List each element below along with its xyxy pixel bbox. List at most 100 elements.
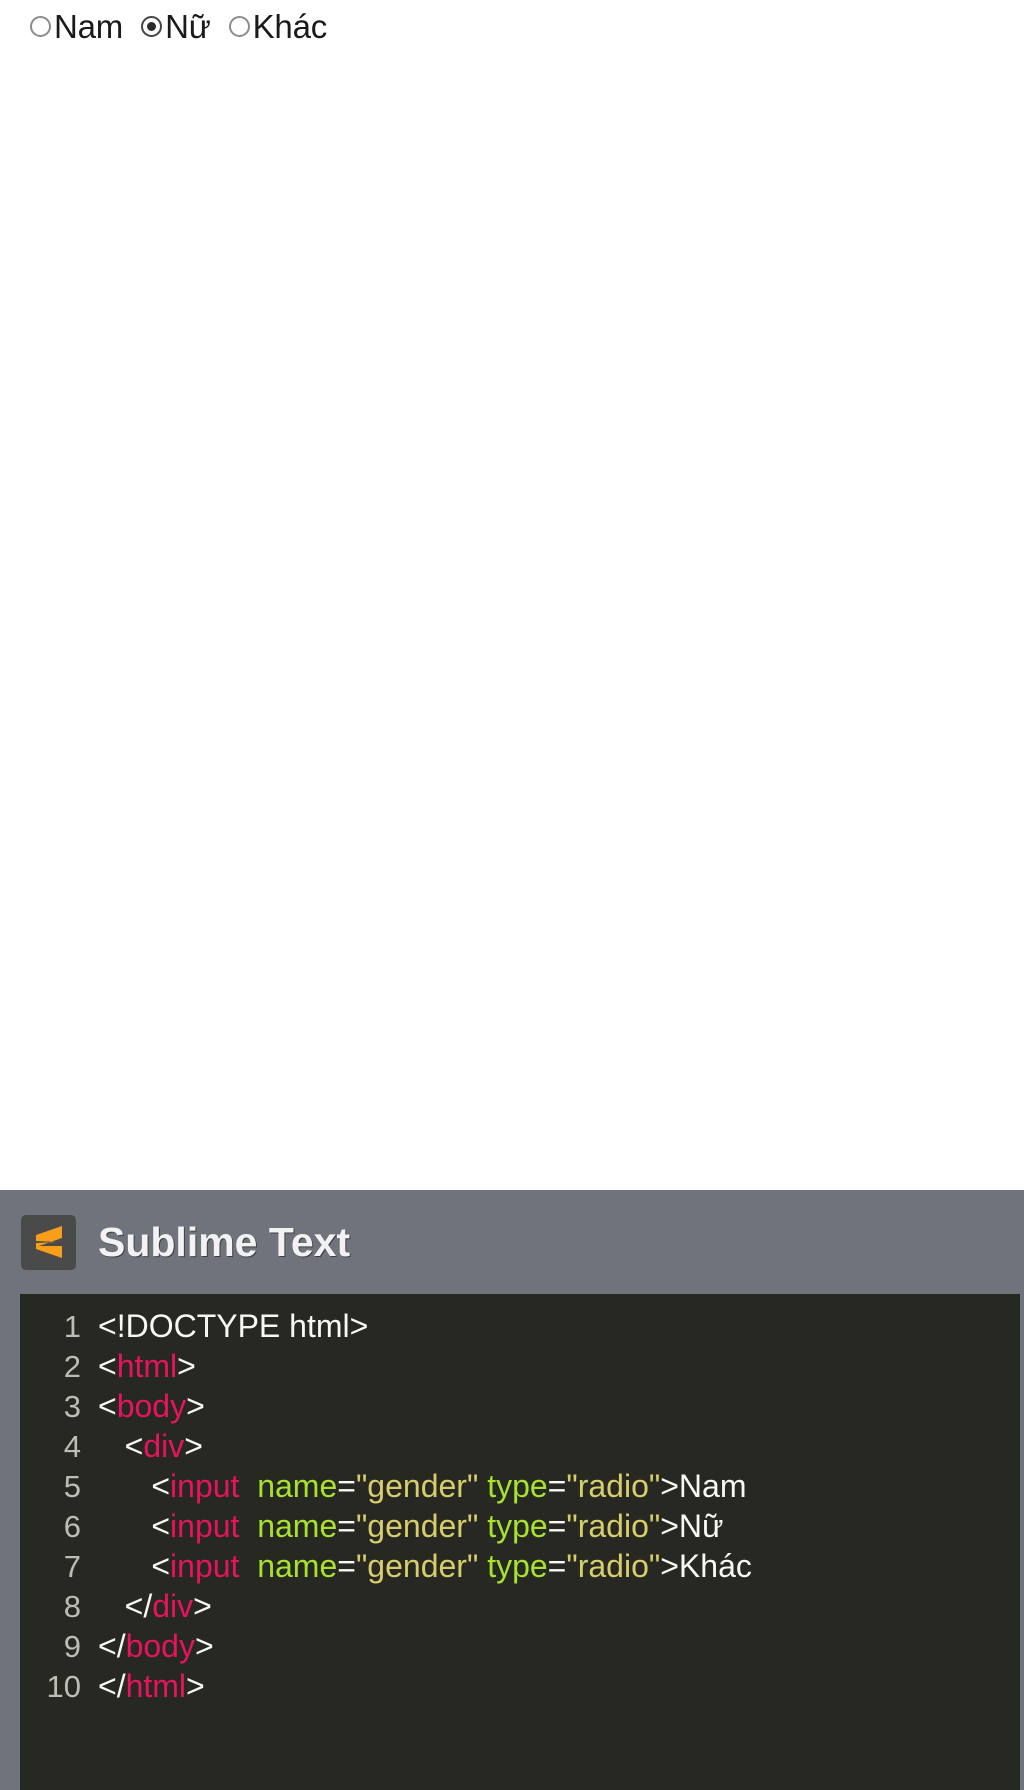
gender-radio-group: Nam Nữ Khác	[30, 8, 327, 45]
code-token-tag: html	[125, 1668, 187, 1704]
code-line[interactable]: 8 </div>	[20, 1586, 1020, 1626]
radio-unchecked-icon[interactable]	[30, 16, 51, 37]
code-line[interactable]: 1 <!DOCTYPE html>	[20, 1306, 1020, 1346]
code-token-val: "gender"	[355, 1508, 479, 1544]
code-token-punct: >	[660, 1548, 679, 1584]
code-token-tag: input	[170, 1508, 240, 1544]
code-token-punct: </	[98, 1668, 126, 1704]
code-token-punct: <	[151, 1548, 171, 1584]
sublime-text-logo-icon	[21, 1214, 76, 1270]
browser-render-pane: Nam Nữ Khác	[0, 0, 1024, 1190]
code-token-punct: >	[177, 1348, 196, 1384]
code-line[interactable]: 2 <html>	[20, 1346, 1020, 1386]
line-number: 3	[63, 1389, 81, 1424]
code-line[interactable]: 10 </html>	[20, 1666, 1020, 1706]
code-line-text: <input name="gender" type="radio">Khác	[98, 1546, 1020, 1586]
code-line[interactable]: 3 <body>	[20, 1386, 1020, 1426]
code-line-text: <div>	[98, 1426, 1020, 1466]
sublime-app-title: Sublime Text	[98, 1219, 351, 1265]
code-line-text: <html>	[98, 1346, 1020, 1386]
code-token-tag: body	[116, 1388, 187, 1424]
code-token-attr: type	[487, 1548, 548, 1584]
code-token-attr: name	[257, 1508, 338, 1544]
code-token-punct: =	[337, 1468, 356, 1504]
code-token-punct: =	[337, 1508, 356, 1544]
code-token-punct: >	[194, 1628, 214, 1664]
code-token-val: "radio"	[566, 1548, 661, 1584]
code-token-punct: =	[337, 1548, 356, 1584]
code-token-val: "gender"	[355, 1468, 479, 1504]
code-token-tag: div	[143, 1428, 185, 1464]
sublime-titlebar[interactable]: Sublime Text	[0, 1190, 1024, 1294]
sublime-text-window: Sublime Text 1 <!DOCTYPE html> 2 <html> 3 <bo…	[0, 1190, 1024, 1790]
radio-option-Khác[interactable]: Khác	[228, 8, 328, 45]
code-token-tag: input	[170, 1548, 240, 1584]
code-line-text: </div>	[98, 1586, 1020, 1626]
line-number: 2	[63, 1349, 81, 1384]
code-token-punct: =	[547, 1468, 567, 1504]
code-token-punct: <	[151, 1508, 171, 1544]
code-token-punct: >	[193, 1588, 212, 1624]
code-line-text: <input name="gender" type="radio">Nữ	[98, 1506, 1020, 1546]
code-token-punct: >	[660, 1508, 679, 1544]
code-token-punct: <	[124, 1428, 144, 1464]
code-line[interactable]: 4 <div>	[20, 1426, 1020, 1466]
code-token-tag: div	[152, 1588, 194, 1624]
line-number: 9	[63, 1629, 81, 1664]
code-token-attr: name	[257, 1468, 338, 1504]
radio-label: Khác	[252, 8, 328, 45]
code-token-punct: <	[151, 1468, 171, 1504]
code-editor-area[interactable]: 1 <!DOCTYPE html> 2 <html> 3 <body> 4 <div> 5 <…	[20, 1294, 1020, 1790]
code-token-punct: <	[98, 1348, 117, 1384]
code-line-text: <input name="gender" type="radio">Nam	[98, 1466, 1020, 1506]
code-token-attr: type	[487, 1468, 548, 1504]
code-token-punct: =	[547, 1548, 567, 1584]
line-number: 4	[63, 1429, 81, 1464]
code-line[interactable]: 5 <input name="gender" type="radio">Nam	[20, 1466, 1020, 1506]
line-number: 8	[63, 1589, 81, 1624]
code-token-val: "gender"	[355, 1548, 479, 1584]
line-number: 10	[46, 1669, 81, 1704]
code-token-punct: >	[184, 1428, 203, 1464]
code-token-plain: Nữ	[678, 1508, 724, 1544]
code-token-attr: name	[257, 1548, 338, 1584]
line-number: 6	[63, 1509, 81, 1544]
line-number: 7	[63, 1549, 81, 1584]
code-token-plain: <!DOCTYPE html>	[98, 1308, 369, 1344]
code-line-text: <body>	[98, 1386, 1020, 1426]
code-token-punct: <	[98, 1388, 117, 1424]
code-token-tag: html	[116, 1348, 178, 1384]
radio-checked-icon[interactable]	[141, 16, 163, 37]
code-token-punct: >	[186, 1668, 205, 1704]
radio-option-Nam[interactable]: Nam	[30, 8, 123, 45]
code-line-text: <!DOCTYPE html>	[98, 1306, 1020, 1346]
radio-label: Nam	[54, 8, 124, 45]
code-token-val: "radio"	[566, 1468, 661, 1504]
code-token-val: "radio"	[566, 1508, 661, 1544]
code-token-punct: >	[660, 1468, 679, 1504]
code-line-text: </body>	[98, 1626, 1020, 1666]
code-token-punct: </	[124, 1588, 153, 1624]
code-token-punct: >	[186, 1388, 205, 1424]
code-line[interactable]: 6 <input name="gender" type="radio">Nữ	[20, 1506, 1020, 1546]
code-token-attr: type	[487, 1508, 548, 1544]
code-line-text: </html>	[98, 1666, 1020, 1706]
code-token-punct: </	[98, 1628, 126, 1664]
code-line[interactable]: 7 <input name="gender" type="radio">Khác	[20, 1546, 1020, 1586]
radio-unchecked-icon[interactable]	[228, 16, 250, 37]
radio-label: Nữ	[165, 8, 211, 45]
code-line[interactable]: 9 </body>	[20, 1626, 1020, 1666]
radio-option-Nữ[interactable]: Nữ	[141, 8, 211, 45]
line-number: 1	[63, 1309, 81, 1344]
